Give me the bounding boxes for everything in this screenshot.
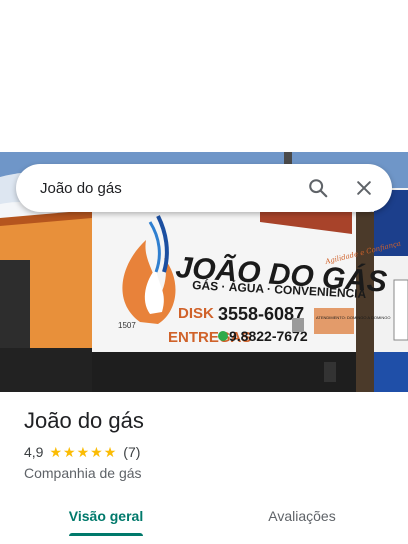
- sign-hours: ATENDIMENTO: DOMINGO A DOMINGO: [316, 315, 391, 320]
- star-rating: ★ ★ ★ ★ ★: [49, 445, 117, 459]
- star-icon: ★: [76, 444, 90, 460]
- star-icon: ★: [103, 444, 117, 460]
- star-icon: ★: [63, 444, 76, 460]
- sign-disk: DISK: [178, 305, 214, 322]
- search-icon[interactable]: [298, 168, 338, 208]
- search-bar[interactable]: [16, 164, 392, 212]
- star-icon: ★: [49, 444, 63, 460]
- tab-reviews[interactable]: Avaliações: [250, 496, 354, 536]
- close-icon[interactable]: [344, 168, 384, 208]
- review-count[interactable]: (7): [123, 444, 140, 460]
- place-name: João do gás: [24, 408, 144, 433]
- search-input[interactable]: [40, 179, 298, 197]
- house-number: 1507: [118, 321, 136, 330]
- star-icon: ★: [90, 444, 103, 460]
- rating-row[interactable]: 4,9 ★ ★ ★ ★ ★ (7): [24, 444, 140, 460]
- active-tab-indicator: [69, 533, 143, 536]
- place-category[interactable]: Companhia de gás: [24, 465, 142, 481]
- tab-bar: Visão geral Avaliações: [0, 496, 408, 544]
- rating-value: 4,9: [24, 444, 44, 460]
- tab-overview[interactable]: Visão geral: [55, 496, 157, 536]
- sign-phone-1: 3558-6087: [218, 304, 304, 324]
- top-blank-area: [0, 0, 408, 152]
